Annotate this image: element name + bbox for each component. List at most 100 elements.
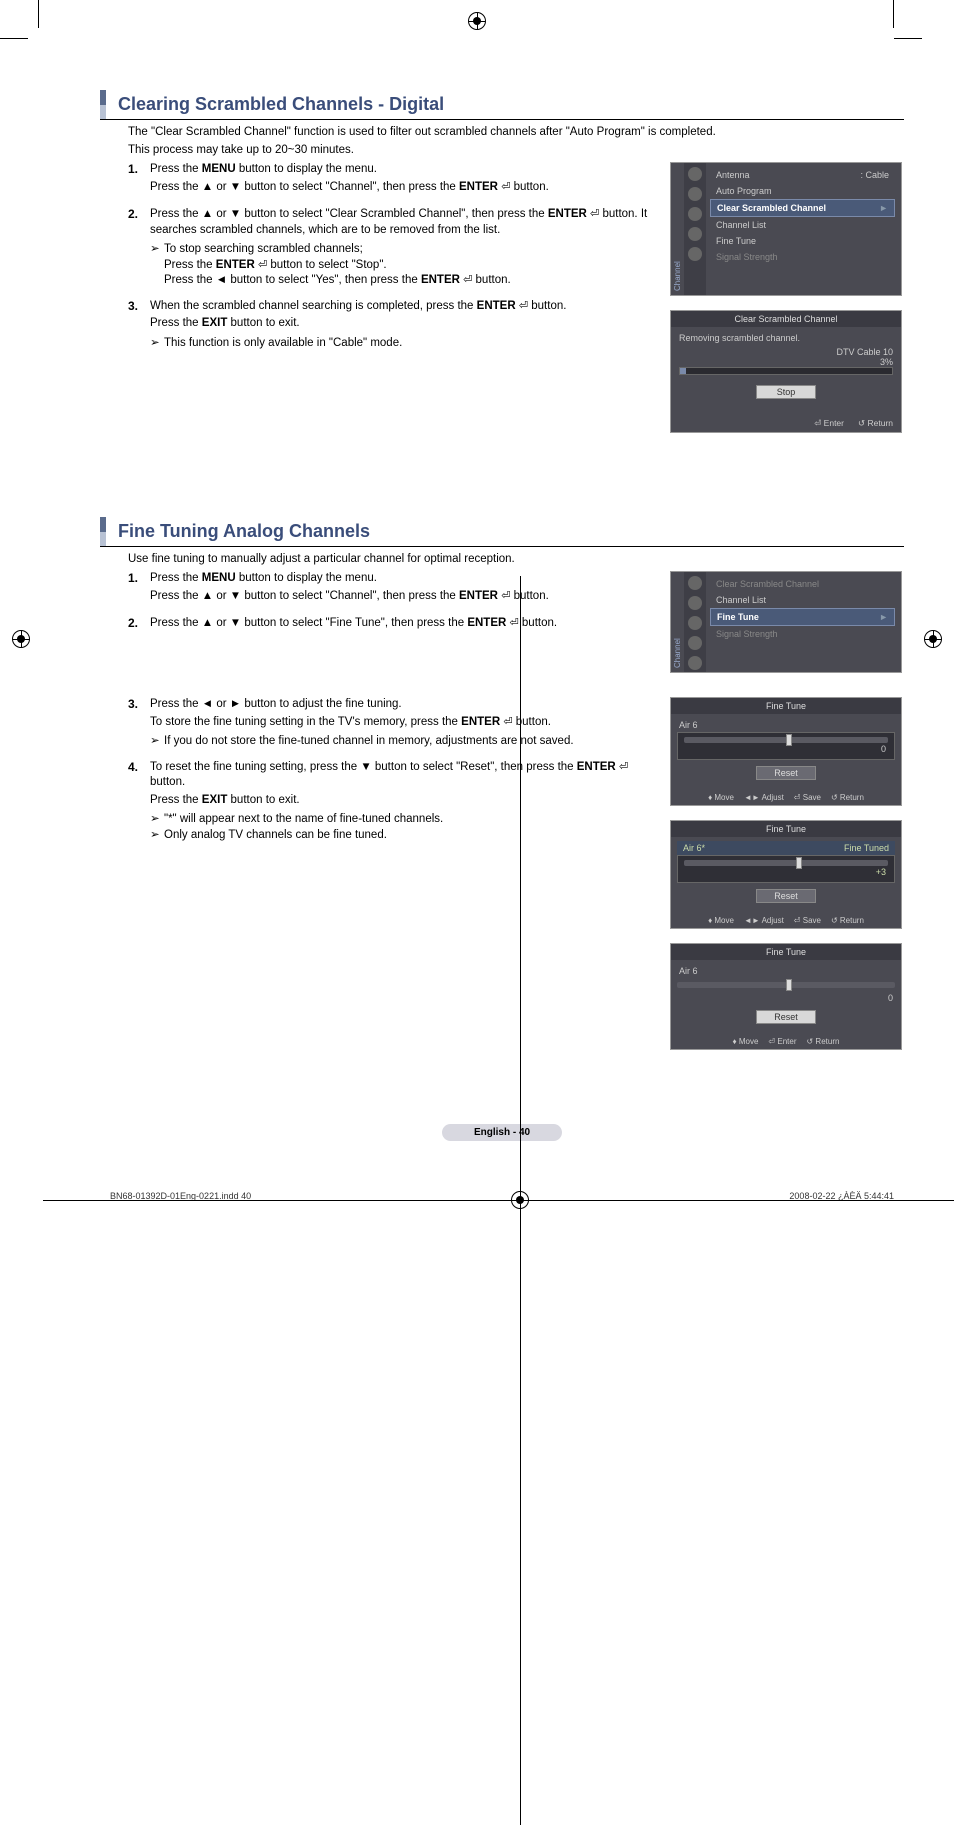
- title-accent-bar: [100, 517, 106, 546]
- channel-icon: [688, 616, 702, 630]
- note-marker-icon: ➢: [150, 828, 164, 844]
- step-number: 1.: [128, 162, 150, 197]
- step-text: button to display the menu.: [236, 163, 377, 175]
- osd-sidebar: [684, 572, 706, 672]
- substep-text: To stop searching scrambled channels;: [164, 243, 363, 255]
- ft-channel: Air 6: [679, 966, 698, 976]
- enter-keyword: ENTER: [461, 716, 500, 728]
- footer-label: Move: [714, 916, 734, 925]
- step-text: Press the ◄ or ► button to adjust the fi…: [150, 697, 658, 713]
- substep-text: button to select "Stop".: [267, 259, 386, 271]
- step-text: button.: [150, 776, 185, 788]
- dialog-percent: 3%: [679, 357, 893, 367]
- step-text: To reset the fine tuning setting, press …: [150, 761, 577, 773]
- osd-category-label: Channel: [671, 572, 684, 672]
- stop-button[interactable]: Stop: [756, 385, 816, 399]
- menu-keyword: MENU: [202, 163, 236, 175]
- reset-button[interactable]: Reset: [756, 1010, 816, 1024]
- picture-icon: [688, 167, 702, 181]
- footer-save: ⏎ Save: [794, 793, 821, 802]
- enter-keyword: ENTER: [459, 590, 498, 602]
- setup-icon: [688, 227, 702, 241]
- footer-label: Return: [815, 1037, 839, 1046]
- note-marker-icon: ➢: [150, 242, 164, 289]
- osd-label: Clear Scrambled Channel: [717, 203, 826, 213]
- title-accent-bar: [100, 90, 106, 119]
- osd-fine-tune-dialog: Fine Tune Air 6 0 Reset ♦ Move ◄► Adjust…: [670, 697, 902, 806]
- document-footer: BN68-01392D-01Eng-0221.indd 40 2008-02-2…: [100, 1191, 904, 1209]
- note-marker-icon: ➢: [150, 734, 164, 750]
- step-text: Press the: [150, 163, 202, 175]
- footer-label: Save: [803, 916, 821, 925]
- osd-row-fine-tune: Fine Tune►: [710, 608, 895, 626]
- registration-mark-icon: [511, 1191, 529, 1209]
- step-text: button.: [510, 181, 548, 193]
- ft-value: 0: [677, 992, 895, 1004]
- ft-slider[interactable]: 0: [677, 732, 895, 760]
- footer-enter: ⏎ Enter: [768, 1037, 796, 1046]
- osd-row-channel-list: Channel List: [710, 217, 895, 233]
- osd-label: Channel List: [716, 595, 766, 605]
- dialog-title: Fine Tune: [671, 944, 901, 960]
- sound-icon: [688, 187, 702, 201]
- substep-text: Only analog TV channels can be fine tune…: [164, 828, 387, 844]
- osd-label: Channel List: [716, 220, 766, 230]
- enter-icon: ⏎: [590, 208, 599, 220]
- reset-button[interactable]: Reset: [756, 889, 816, 903]
- step-text: button.: [528, 300, 566, 312]
- step-text: button.: [510, 590, 548, 602]
- step-text: Press the ▲ or ▼ button to select "Clear…: [150, 208, 548, 220]
- footer-save: ⏎ Save: [794, 916, 821, 925]
- step-number: 3.: [128, 697, 150, 750]
- substep-text: This function is only available in "Cabl…: [164, 336, 402, 352]
- step-text: button.: [513, 716, 551, 728]
- enter-icon: ⏎: [619, 761, 628, 773]
- channel-icon: [688, 207, 702, 221]
- sound-icon: [688, 596, 702, 610]
- footer-label: Enter: [824, 418, 844, 428]
- exit-keyword: EXIT: [202, 317, 228, 329]
- step-item: 2. Press the ▲ or ▼ button to select "Fi…: [128, 616, 658, 634]
- osd-value: : Cable: [860, 170, 889, 180]
- footer-label: Adjust: [762, 916, 784, 925]
- ft-slider[interactable]: +3: [677, 855, 895, 883]
- footer-adjust: ◄► Adjust: [744, 916, 784, 925]
- step-text: button.: [519, 617, 557, 629]
- footer-label: Save: [803, 793, 821, 802]
- dialog-status: Removing scrambled channel.: [679, 333, 893, 343]
- substep-text: Press the ◄ button to select "Yes", then…: [164, 274, 421, 286]
- footer-return: ↺ Return: [831, 793, 864, 802]
- step-item: 1. Press the MENU button to display the …: [128, 162, 658, 197]
- osd-row-signal-strength: Signal Strength: [710, 626, 895, 642]
- substep-text: button.: [472, 274, 510, 286]
- enter-icon: ⏎: [510, 617, 519, 629]
- osd-label: Auto Program: [716, 186, 772, 196]
- enter-keyword: ENTER: [477, 300, 516, 312]
- note-marker-icon: ➢: [150, 812, 164, 828]
- step-text: Press the: [150, 317, 202, 329]
- substep-text: Press the: [164, 259, 216, 271]
- step-number: 2.: [128, 207, 150, 289]
- enter-icon: ⏎: [258, 259, 267, 271]
- osd-row-fine-tune: Fine Tune: [710, 233, 895, 249]
- osd-label: Signal Strength: [716, 252, 778, 262]
- enter-keyword: ENTER: [548, 208, 587, 220]
- section-heading-row: Clearing Scrambled Channels - Digital: [100, 90, 904, 120]
- menu-keyword: MENU: [202, 572, 236, 584]
- step-text: button to exit.: [227, 317, 299, 329]
- reset-button[interactable]: Reset: [756, 766, 816, 780]
- step-text: button to exit.: [227, 794, 299, 806]
- setup-icon: [688, 636, 702, 650]
- step-item: 2. Press the ▲ or ▼ button to select "Cl…: [128, 207, 658, 289]
- footer-label: Return: [840, 793, 864, 802]
- step-number: 2.: [128, 616, 150, 634]
- enter-icon: ⏎: [519, 300, 528, 312]
- enter-keyword: ENTER: [421, 274, 460, 286]
- enter-keyword: ENTER: [577, 761, 616, 773]
- step-number: 4.: [128, 760, 150, 844]
- dialog-title: Fine Tune: [671, 821, 901, 837]
- step-text: Press the: [150, 572, 202, 584]
- exit-keyword: EXIT: [202, 794, 228, 806]
- footer-return: ↺ Return: [858, 418, 893, 429]
- step-item: 1. Press the MENU button to display the …: [128, 571, 658, 606]
